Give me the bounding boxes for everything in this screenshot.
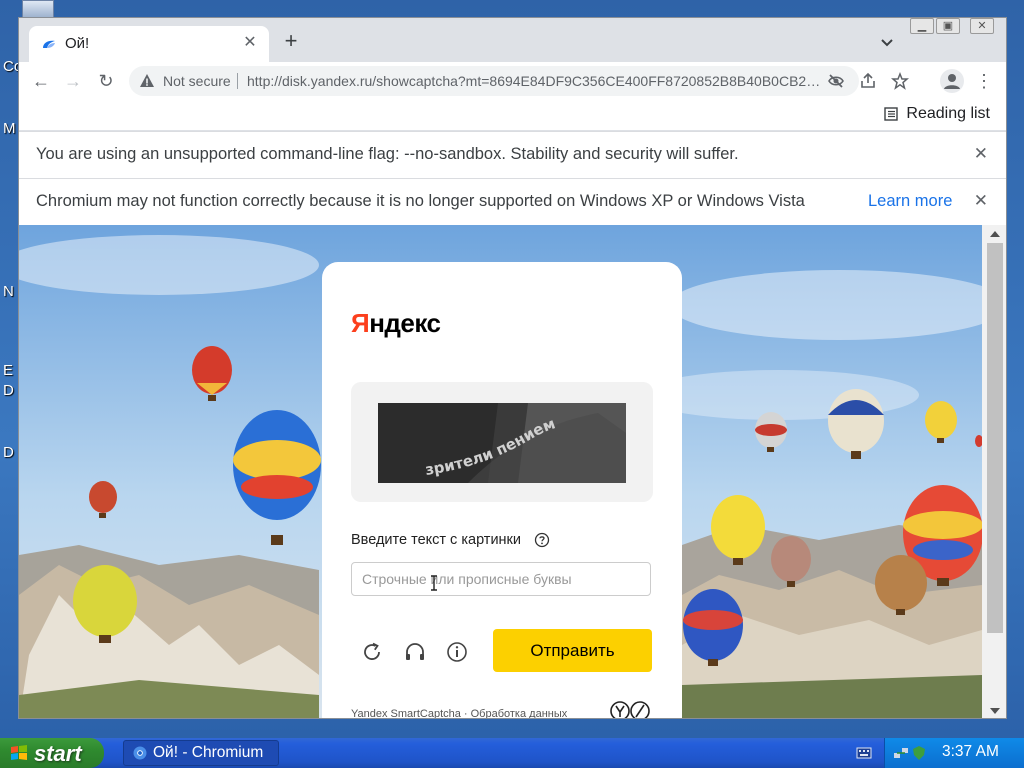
address-bar[interactable]: Not secure http://disk.yandex.ru/showcap… bbox=[129, 66, 909, 96]
scroll-down-arrow[interactable] bbox=[990, 708, 1000, 714]
reading-list-button[interactable]: Reading list bbox=[884, 105, 990, 123]
captcha-frame: зрители пением bbox=[351, 382, 653, 502]
new-tab-button[interactable]: + bbox=[279, 30, 303, 54]
close-icon[interactable]: ✕ bbox=[974, 191, 988, 211]
info-icon[interactable] bbox=[445, 640, 469, 664]
smartcaptcha-logo-icon bbox=[610, 701, 650, 718]
headphones-icon[interactable] bbox=[403, 640, 427, 664]
chromium-icon bbox=[133, 746, 147, 760]
forward-icon[interactable]: → bbox=[61, 69, 85, 93]
close-window-button[interactable]: ✕ bbox=[970, 18, 994, 34]
reading-list-icon bbox=[884, 107, 899, 121]
menu-icon[interactable]: ⋮ bbox=[972, 69, 996, 93]
infobar-unsupported-os: Chromium may not function correctly beca… bbox=[19, 178, 1006, 225]
logo-letter: Я bbox=[351, 308, 370, 338]
refresh-icon[interactable] bbox=[360, 640, 384, 664]
browser-window: Ой! ✕ + ▁ ▣ ✕ ← → ↻ Not secure http://di… bbox=[18, 17, 1007, 719]
captcha-footer[interactable]: Yandex SmartCaptcha · Обработка данных bbox=[351, 708, 567, 718]
scroll-up-arrow[interactable] bbox=[990, 231, 1000, 237]
security-shield-icon[interactable] bbox=[911, 745, 927, 761]
page-viewport: Яндекс зрители пением Введите текст с ка… bbox=[19, 225, 982, 718]
eye-off-icon[interactable] bbox=[827, 72, 845, 90]
clock[interactable]: 3:37 AM bbox=[942, 743, 999, 761]
infobar-sandbox-warning: You are using an unsupported command-lin… bbox=[19, 131, 1006, 178]
minimize-button[interactable]: ▁ bbox=[910, 18, 934, 34]
captcha-card: Яндекс зрители пением Введите текст с ка… bbox=[322, 262, 682, 718]
url-text[interactable]: http://disk.yandex.ru/showcaptcha?mt=869… bbox=[247, 73, 827, 89]
tab-search-icon[interactable] bbox=[877, 32, 897, 52]
desktop-icon-label[interactable]: N bbox=[3, 283, 14, 300]
infobar-text: You are using an unsupported command-lin… bbox=[36, 145, 739, 163]
omnibox-divider bbox=[237, 73, 238, 89]
desktop-icon-label[interactable]: D bbox=[3, 382, 14, 399]
tab-active[interactable]: Ой! ✕ bbox=[29, 26, 269, 62]
page-scrollbar[interactable] bbox=[982, 225, 1006, 718]
taskbar-item-label: Ой! - Chromium bbox=[153, 744, 264, 761]
tab-title: Ой! bbox=[65, 35, 90, 52]
desktop-icon-label[interactable]: E bbox=[3, 362, 13, 379]
reload-icon[interactable]: ↻ bbox=[94, 69, 118, 93]
captcha-answer-input[interactable] bbox=[351, 562, 651, 596]
maximize-button[interactable]: ▣ bbox=[936, 18, 960, 34]
network-icon[interactable] bbox=[893, 745, 909, 761]
security-label[interactable]: Not secure bbox=[163, 73, 231, 89]
tab-strip: Ой! ✕ + ▁ ▣ ✕ bbox=[19, 18, 1006, 62]
warning-icon[interactable] bbox=[139, 73, 155, 89]
system-tray: 3:37 AM bbox=[884, 738, 1024, 768]
submit-button[interactable]: Отправить bbox=[493, 629, 652, 672]
bookmarks-bar: Reading list bbox=[19, 100, 1006, 130]
windows-flag-icon bbox=[11, 745, 27, 760]
desktop-icon-label[interactable]: D bbox=[3, 444, 14, 461]
infobar-text: Chromium may not function correctly beca… bbox=[36, 192, 805, 210]
cloud-favicon-icon bbox=[43, 40, 55, 48]
share-icon[interactable] bbox=[859, 72, 877, 90]
text-cursor-icon bbox=[431, 575, 437, 591]
toolbar: ← → ↻ Not secure http://disk.yandex.ru/s… bbox=[19, 62, 1006, 100]
back-icon[interactable]: ← bbox=[29, 69, 53, 93]
close-icon[interactable]: ✕ bbox=[974, 144, 988, 164]
captcha-prompt: Введите текст с картинки bbox=[351, 532, 521, 548]
taskbar-item-chromium[interactable]: Ой! - Chromium bbox=[123, 740, 279, 766]
desktop-icon-label[interactable]: M bbox=[3, 120, 16, 137]
learn-more-link[interactable]: Learn more bbox=[868, 192, 952, 211]
tab-close-icon[interactable]: ✕ bbox=[239, 32, 261, 54]
yandex-logo: Яндекс bbox=[351, 308, 441, 339]
scroll-thumb[interactable] bbox=[987, 243, 1003, 633]
captcha-image: зрители пением bbox=[378, 403, 626, 483]
start-button[interactable]: start bbox=[0, 738, 104, 768]
desktop-icon[interactable] bbox=[22, 0, 54, 18]
start-label: start bbox=[34, 741, 82, 766]
reading-list-label: Reading list bbox=[906, 105, 990, 122]
profile-icon[interactable] bbox=[940, 69, 964, 93]
logo-rest: ндекс bbox=[369, 308, 441, 338]
keyboard-icon[interactable] bbox=[856, 746, 872, 760]
star-icon[interactable] bbox=[891, 72, 909, 90]
help-icon[interactable] bbox=[534, 532, 550, 548]
